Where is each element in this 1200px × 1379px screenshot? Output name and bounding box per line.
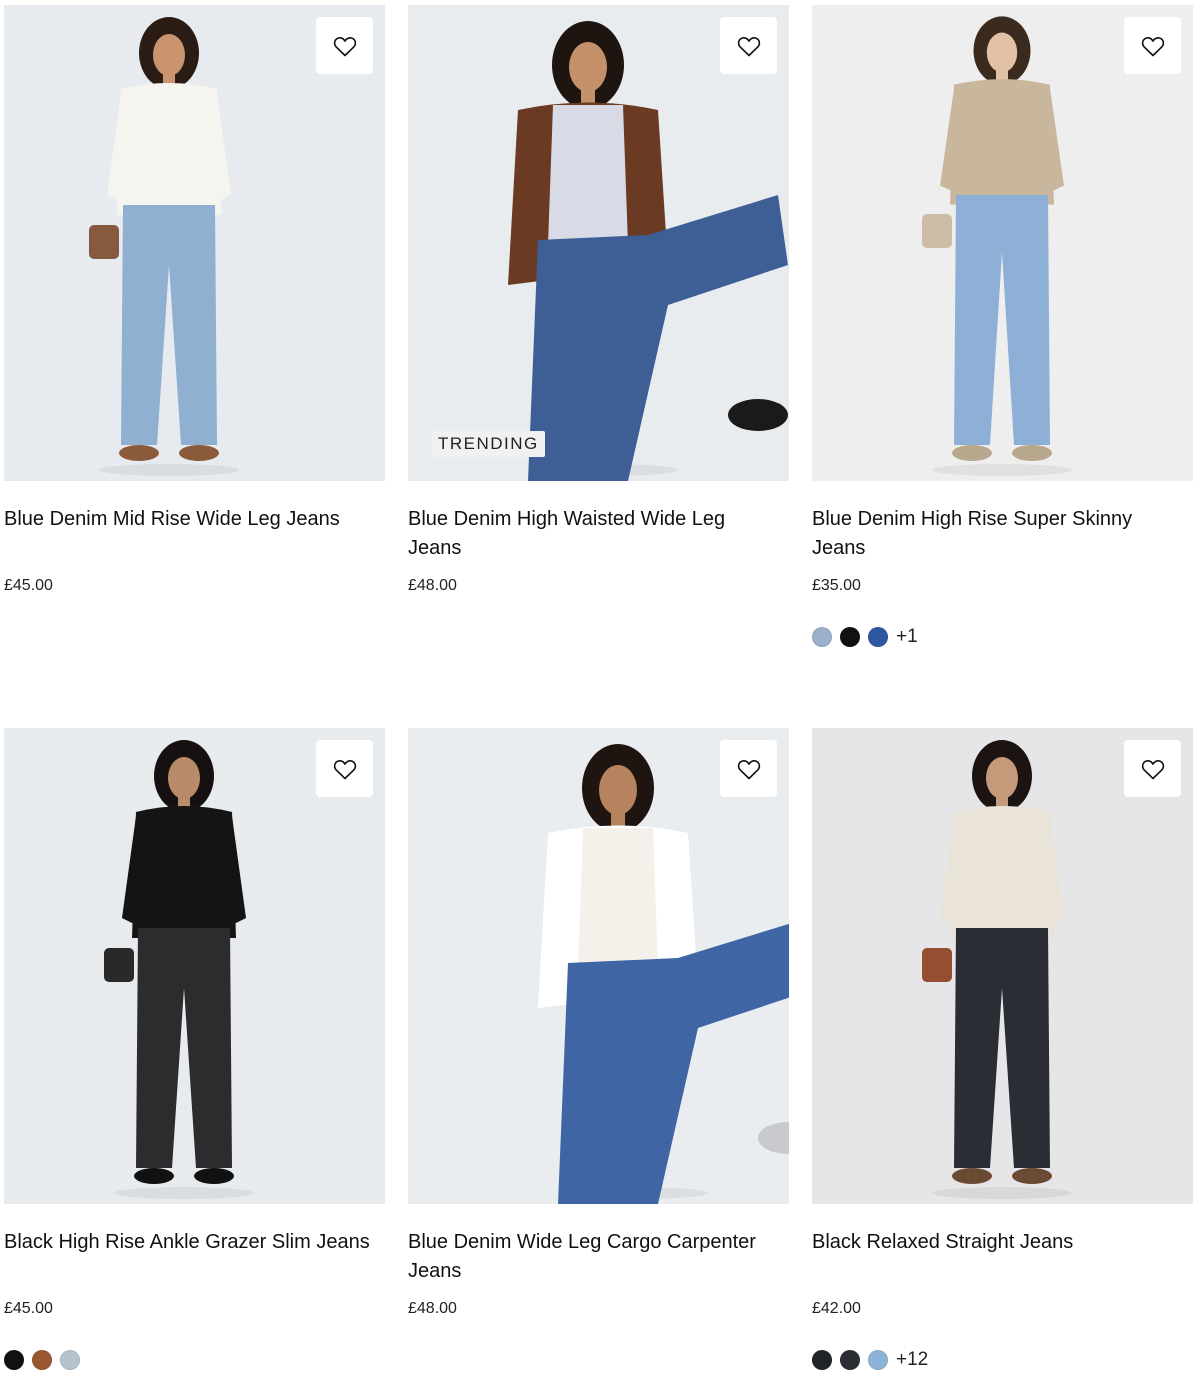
color-swatch[interactable] <box>840 1350 860 1370</box>
heart-icon <box>737 36 760 56</box>
product-photo <box>4 5 385 481</box>
color-swatch[interactable] <box>32 1350 52 1370</box>
product-price: £45.00 <box>4 1300 53 1317</box>
more-colors-count[interactable]: +12 <box>896 1349 928 1371</box>
heart-icon <box>333 759 356 779</box>
product-title[interactable]: Black High Rise Ankle Grazer Slim Jeans <box>4 1228 385 1286</box>
wishlist-button[interactable] <box>1124 740 1181 797</box>
product-price: £35.00 <box>812 577 861 594</box>
color-swatch[interactable] <box>4 1350 24 1370</box>
heart-icon <box>737 759 760 779</box>
product-title[interactable]: Black Relaxed Straight Jeans <box>812 1228 1193 1286</box>
product-image[interactable] <box>408 728 789 1204</box>
product-photo <box>812 728 1193 1204</box>
wishlist-button[interactable] <box>720 740 777 797</box>
product-card[interactable]: TRENDING Blue Denim High Waisted Wide Leg… <box>408 5 789 596</box>
product-price: £45.00 <box>4 577 53 594</box>
product-photo <box>408 5 789 481</box>
heart-icon <box>333 36 356 56</box>
color-swatch[interactable] <box>868 627 888 647</box>
color-swatch[interactable] <box>868 1350 888 1370</box>
product-price: £48.00 <box>408 1300 457 1317</box>
wishlist-button[interactable] <box>1124 17 1181 74</box>
product-title[interactable]: Blue Denim Wide Leg Cargo Carpenter Jean… <box>408 1228 789 1286</box>
product-title[interactable]: Blue Denim High Waisted Wide Leg Jeans <box>408 505 789 563</box>
color-swatch[interactable] <box>812 627 832 647</box>
product-title[interactable]: Blue Denim High Rise Super Skinny Jeans <box>812 505 1193 563</box>
wishlist-button[interactable] <box>316 740 373 797</box>
color-swatch[interactable] <box>60 1350 80 1370</box>
product-image[interactable] <box>4 5 385 481</box>
heart-icon <box>1141 36 1164 56</box>
color-swatch[interactable] <box>812 1350 832 1370</box>
color-swatches: +1 <box>812 626 1193 648</box>
color-swatches <box>4 1349 385 1371</box>
product-photo <box>4 728 385 1204</box>
more-colors-count[interactable]: +1 <box>896 626 918 648</box>
product-price: £42.00 <box>812 1300 861 1317</box>
color-swatches: +12 <box>812 1349 1193 1371</box>
product-card[interactable]: Black Relaxed Straight Jeans £42.00 +12 <box>812 728 1193 1371</box>
product-title[interactable]: Blue Denim Mid Rise Wide Leg Jeans <box>4 505 385 563</box>
heart-icon <box>1141 759 1164 779</box>
wishlist-button[interactable] <box>316 17 373 74</box>
product-photo <box>812 5 1193 481</box>
product-card[interactable]: Blue Denim Wide Leg Cargo Carpenter Jean… <box>408 728 789 1319</box>
product-card[interactable]: Black High Rise Ankle Grazer Slim Jeans £… <box>4 728 385 1371</box>
product-photo <box>408 728 789 1204</box>
product-image[interactable]: TRENDING <box>408 5 789 481</box>
wishlist-button[interactable] <box>720 17 777 74</box>
product-image[interactable] <box>812 5 1193 481</box>
product-card[interactable]: Blue Denim High Rise Super Skinny Jeans £… <box>812 5 1193 648</box>
product-card[interactable]: Blue Denim Mid Rise Wide Leg Jeans £45.00 <box>4 5 385 596</box>
trending-badge: TRENDING <box>432 431 545 457</box>
color-swatch[interactable] <box>840 627 860 647</box>
product-image[interactable] <box>812 728 1193 1204</box>
product-price: £48.00 <box>408 577 457 594</box>
product-image[interactable] <box>4 728 385 1204</box>
